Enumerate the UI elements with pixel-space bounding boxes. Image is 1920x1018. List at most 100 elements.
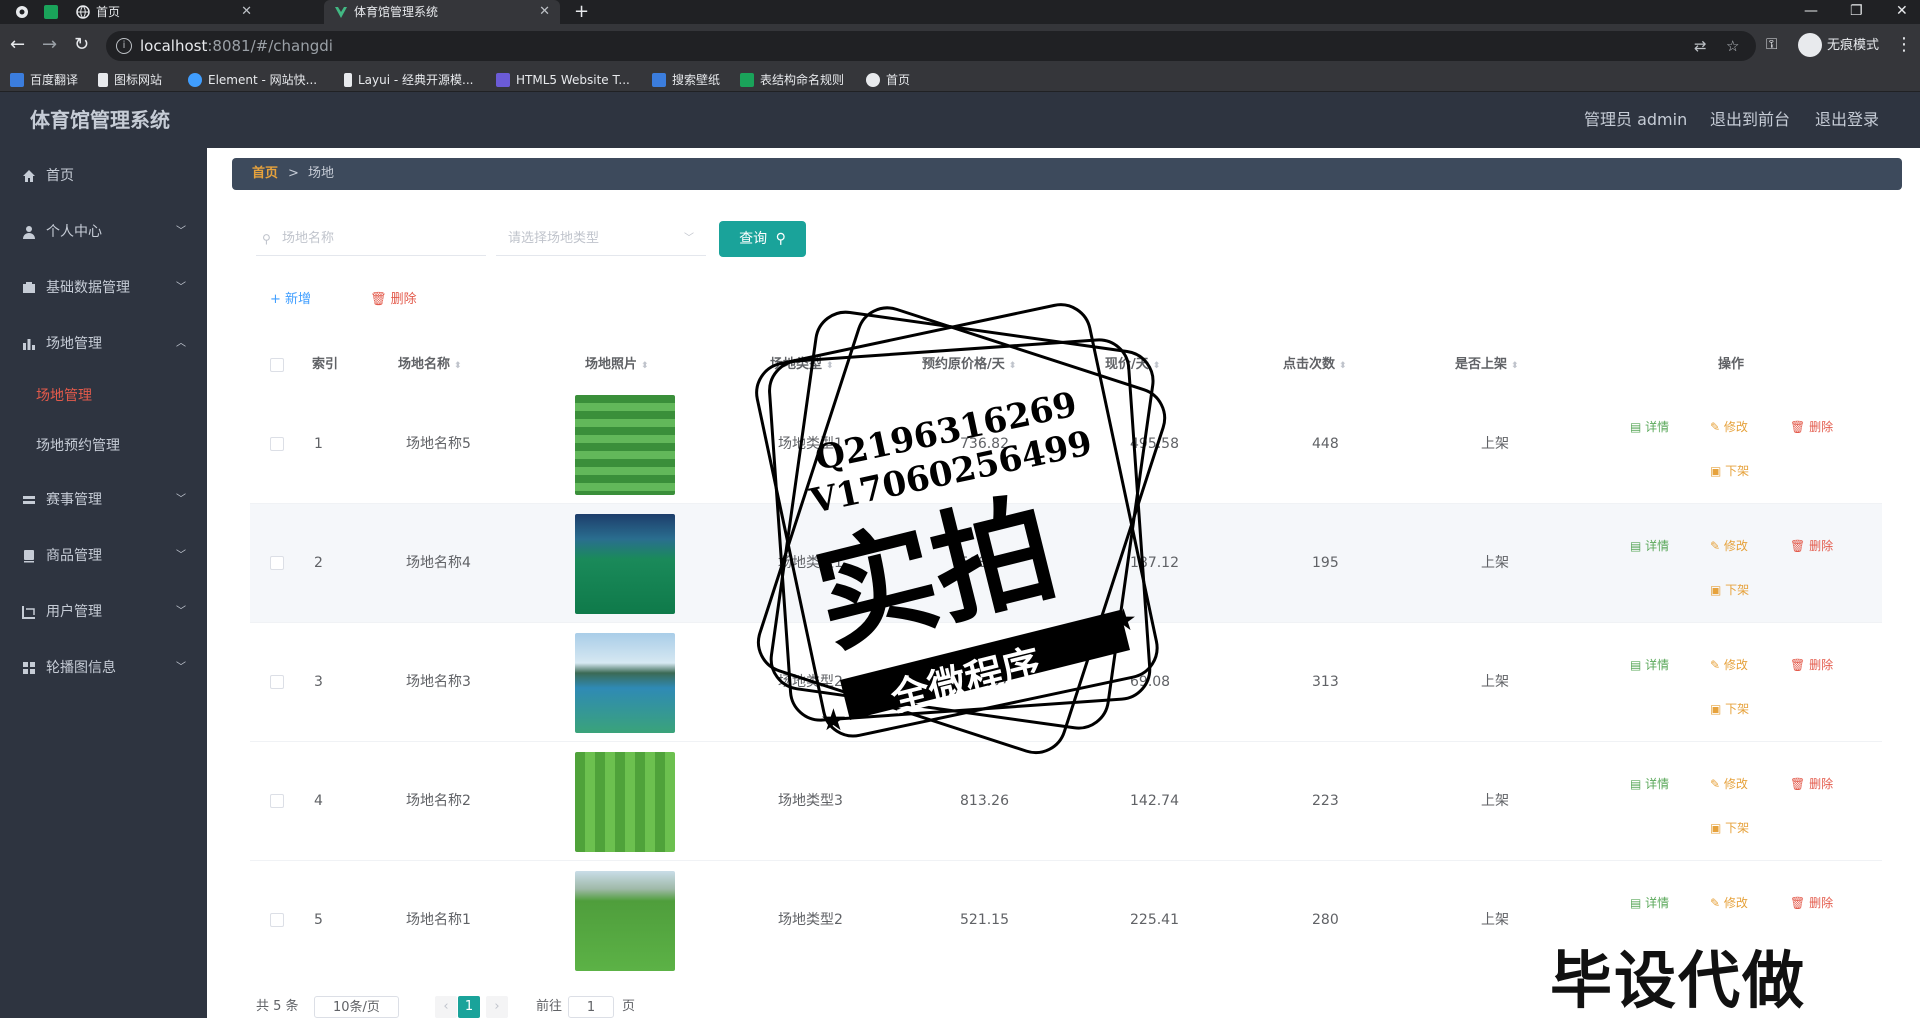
edit-button[interactable]: ✎ 修改 <box>1710 417 1748 437</box>
forward-icon[interactable]: → <box>42 34 57 56</box>
row-checkbox[interactable] <box>270 794 284 808</box>
sidebar-item-profile[interactable]: 个人中心 ﹀ <box>0 212 207 252</box>
edit-button[interactable]: ✎ 修改 <box>1710 774 1748 794</box>
incognito-icon[interactable] <box>1798 33 1822 57</box>
sort-icon[interactable]: ⬍ <box>454 361 462 371</box>
restore-icon[interactable]: ❐ <box>1850 0 1863 22</box>
bookmark-item[interactable]: 图标网站 <box>98 68 162 92</box>
select-all-checkbox[interactable] <box>270 358 284 372</box>
venue-type-select[interactable]: 请选择场地类型 ﹀ <box>496 222 706 256</box>
edit-button[interactable]: ✎ 修改 <box>1710 893 1748 913</box>
close-tab-icon[interactable]: ✕ <box>539 0 550 24</box>
sort-icon[interactable]: ⬍ <box>641 361 649 371</box>
reload-icon[interactable]: ↻ <box>74 34 89 56</box>
delete-button[interactable]: 🗑 删除 <box>1790 536 1833 556</box>
cell-clicks: 280 <box>1312 912 1339 928</box>
menu-icon[interactable]: ⋮ <box>1895 34 1913 55</box>
sort-icon[interactable]: ⬍ <box>1009 361 1017 371</box>
detail-button[interactable]: ▤ 详情 <box>1630 893 1669 913</box>
venue-name-input[interactable]: ⚲ 场地名称 <box>256 222 486 256</box>
detail-button[interactable]: ▤ 详情 <box>1630 417 1669 437</box>
sort-icon[interactable]: ⬍ <box>1153 361 1161 371</box>
bookmark-item[interactable]: Layui - 经典开源模... <box>344 68 473 92</box>
sidebar-item-home[interactable]: 首页 <box>0 156 207 196</box>
key-icon[interactable]: ⚿ <box>1766 35 1777 53</box>
offshelf-button[interactable]: ▣ 下架 <box>1710 818 1749 838</box>
bookmark-item[interactable]: 表结构命名规则 <box>740 68 844 92</box>
venue-photo[interactable] <box>575 633 675 733</box>
row-checkbox[interactable] <box>270 437 284 451</box>
sort-icon[interactable]: ⬍ <box>826 361 834 371</box>
detail-button[interactable]: ▤ 详情 <box>1630 774 1669 794</box>
delete-button[interactable]: 🗑 删除 <box>1790 774 1833 794</box>
goto-page-input[interactable]: 1 <box>568 996 614 1018</box>
query-button[interactable]: 查询 ⚲ <box>719 221 806 257</box>
sort-icon[interactable]: ⬍ <box>1511 361 1519 371</box>
edit-button[interactable]: ✎ 修改 <box>1710 536 1748 556</box>
delete-button[interactable]: 🗑 删除 <box>1790 893 1833 913</box>
tab-gym-system[interactable]: 体育馆管理系统 ✕ <box>324 0 560 24</box>
col-name[interactable]: 场地名称 ⬍ <box>398 345 462 386</box>
sidebar-item-basic-data[interactable]: 基础数据管理 ﹀ <box>0 268 207 308</box>
bookmark-item[interactable]: 百度翻译 <box>10 68 78 92</box>
translate-icon[interactable]: ⇄ <box>1694 37 1707 55</box>
col-clicks[interactable]: 点击次数 ⬍ <box>1283 345 1347 386</box>
col-photo[interactable]: 场地照片 ⬍ <box>585 345 649 386</box>
bookmark-item[interactable]: HTML5 Website T... <box>496 68 630 92</box>
venue-photo[interactable] <box>575 871 675 971</box>
row-checkbox[interactable] <box>270 675 284 689</box>
sidebar-subitem-venue-manage[interactable]: 场地管理 <box>0 376 207 416</box>
venue-photo[interactable] <box>575 752 675 852</box>
delete-button[interactable]: 🗑 删除 <box>1790 417 1833 437</box>
row-checkbox[interactable] <box>270 913 284 927</box>
sidebar-item-goods[interactable]: 商品管理 ﹀ <box>0 536 207 576</box>
address-bar[interactable]: i localhost:8081/#/changdi ⇄ ☆ <box>106 31 1756 61</box>
col-type[interactable]: 场地类型 ⬍ <box>770 345 834 386</box>
sidebar-item-venue[interactable]: 场地管理 ︿ <box>0 324 207 364</box>
add-button[interactable]: + 新增 <box>270 288 311 312</box>
sidebar-item-events[interactable]: 赛事管理 ﹀ <box>0 480 207 520</box>
sidebar-item-carousel[interactable]: 轮播图信息 ﹀ <box>0 648 207 688</box>
chevron-down-icon: ﹀ <box>176 226 186 237</box>
edit-button[interactable]: ✎ 修改 <box>1710 655 1748 675</box>
back-icon[interactable]: ← <box>10 34 25 56</box>
close-window-icon[interactable]: ✕ <box>1896 0 1908 22</box>
sidebar-item-users[interactable]: 用户管理 ﹀ <box>0 592 207 632</box>
breadcrumb-home[interactable]: 首页 <box>252 158 278 190</box>
delete-button[interactable]: 🗑 删除 <box>1790 655 1833 675</box>
col-status[interactable]: 是否上架 ⬍ <box>1455 345 1519 386</box>
prev-page-icon[interactable]: ‹ <box>435 996 457 1018</box>
venue-photo[interactable] <box>575 514 675 614</box>
offshelf-button[interactable]: ▣ 下架 <box>1710 461 1749 481</box>
app-title: 体育馆管理系统 <box>30 108 170 132</box>
info-icon[interactable]: i <box>116 38 132 54</box>
bookmark-item[interactable]: 搜索壁纸 <box>652 68 720 92</box>
goods-icon <box>24 550 34 563</box>
logout-link[interactable]: 退出登录 <box>1815 92 1879 148</box>
bookmark-item[interactable]: Element - 网站快... <box>188 68 317 92</box>
tab-home[interactable]: 首页 ✕ <box>66 0 262 24</box>
offshelf-button[interactable]: ▣ 下架 <box>1710 580 1749 600</box>
page-size-select[interactable]: 10条/页 <box>314 996 399 1018</box>
bookmark-star-icon[interactable]: ☆ <box>1726 37 1739 55</box>
row-checkbox[interactable] <box>270 556 284 570</box>
chrome-icon[interactable] <box>8 0 36 24</box>
detail-button[interactable]: ▤ 详情 <box>1630 536 1669 556</box>
minimize-icon[interactable]: — <box>1804 0 1818 22</box>
sidebar-subitem-venue-booking[interactable]: 场地预约管理 <box>0 426 207 466</box>
url-text[interactable]: localhost:8081/#/changdi <box>140 31 333 61</box>
new-tab-button[interactable]: + <box>574 0 589 24</box>
back-to-front-link[interactable]: 退出到前台 <box>1710 92 1790 148</box>
col-price[interactable]: 现价/天 ⬍ <box>1105 345 1160 386</box>
next-page-icon[interactable]: › <box>486 996 508 1018</box>
pinned-tab[interactable] <box>40 0 64 24</box>
venue-photo[interactable] <box>575 395 675 495</box>
offshelf-button[interactable]: ▣ 下架 <box>1710 699 1749 719</box>
sort-icon[interactable]: ⬍ <box>1339 361 1347 371</box>
batch-delete-button[interactable]: 🗑 删除 <box>370 288 417 312</box>
detail-button[interactable]: ▤ 详情 <box>1630 655 1669 675</box>
close-tab-icon[interactable]: ✕ <box>241 0 252 24</box>
bookmark-item[interactable]: 首页 <box>866 68 910 92</box>
col-orig-price[interactable]: 预约原价格/天 ⬍ <box>922 345 1016 386</box>
page-number-current[interactable]: 1 <box>458 996 480 1018</box>
